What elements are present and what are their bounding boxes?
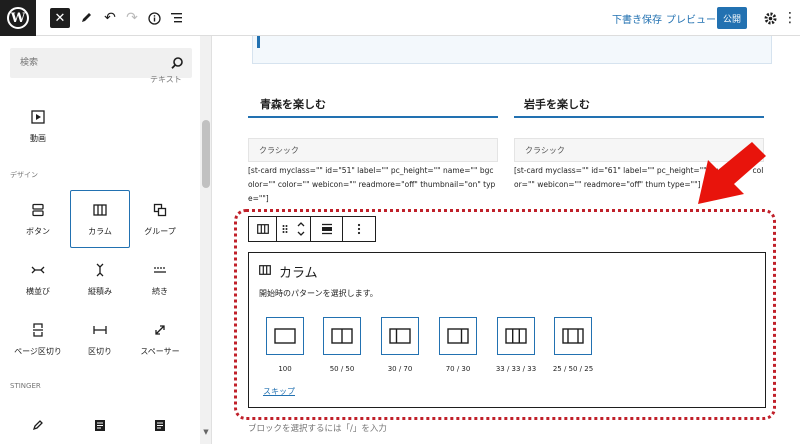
preview-button[interactable]: プレビュー [666,11,716,26]
section-label-stinger: STINGER [10,382,41,390]
block-stinger-pen[interactable] [8,406,68,444]
block-toolbar [248,216,376,242]
variation-100[interactable]: 100 [265,317,305,373]
group-icon [151,201,169,219]
separator-icon [91,321,109,339]
scroll-down-arrow-icon[interactable]: ▼ [202,428,210,436]
columns-icon [91,201,109,219]
shortcode-text-aomori[interactable]: [st-card myclass="" id="51" label="" pc_… [248,164,498,206]
block-spacer[interactable]: スペーサー [130,311,190,369]
columns-icon [259,265,271,275]
video-icon [29,108,47,126]
wordpress-logo-icon[interactable]: W [0,0,36,36]
stack-icon [91,261,109,279]
block-inserter-panel: テキスト 動画 デザイン ボタン カラム グループ 横並び [0,36,212,444]
edit-pencil-icon[interactable] [76,8,96,28]
variation-70-30[interactable]: 70 / 30 [438,317,478,373]
block-appender-hint[interactable]: ブロックを選択するには「/」を入力 [248,422,387,434]
block-columns[interactable]: カラム [70,190,130,248]
skip-link[interactable]: スキップ [263,386,295,397]
block-stack[interactable]: 縦積み [70,251,130,309]
columns-placeholder-instructions: 開始時のパターンを選択します。 [259,289,378,298]
settings-gear-icon[interactable] [760,8,780,28]
block-page-break[interactable]: ページ区切り [8,311,68,369]
publish-button[interactable]: 公開 [717,7,747,29]
undo-icon[interactable]: ↶ [100,8,120,28]
close-inserter-icon[interactable]: ✕ [50,8,70,28]
editor-top-toolbar: W ✕ ↶ ↷ 下書き保存 プレビュー 公開 ⋮ [0,0,800,36]
editor-canvas: 青森を楽しむ クラシック [st-card myclass="" id="51"… [212,36,800,444]
more-icon [151,261,169,279]
buttons-icon [29,201,47,219]
previous-block[interactable] [252,36,772,64]
list-view-icon[interactable] [166,8,186,28]
pen-icon [29,416,47,434]
section-label-design: デザイン [10,171,38,179]
block-row[interactable]: 横並び [8,251,68,309]
spacer-icon [151,321,169,339]
save-draft-button[interactable]: 下書き保存 [612,11,662,26]
variation-30-70[interactable]: 30 / 70 [380,317,420,373]
document-icon [151,416,169,434]
block-stinger-doc[interactable] [70,406,130,444]
block-group[interactable]: グループ [130,191,190,249]
inserter-scrollbar-track[interactable] [200,36,211,444]
align-icon[interactable] [311,217,343,241]
redo-icon[interactable]: ↷ [122,8,142,28]
move-up-down-icon[interactable] [297,221,305,237]
variation-33-33-33[interactable]: 33 / 33 / 33 [496,317,536,373]
heading-underline [248,116,498,118]
block-options-icon[interactable] [343,217,375,241]
block-stinger-doc-2[interactable] [130,406,190,444]
variation-25-50-25[interactable]: 25 / 50 / 25 [553,317,593,373]
cut-off-block-label: テキスト [150,75,182,84]
drag-handle-icon[interactable] [282,224,288,234]
block-search-input[interactable] [10,48,160,78]
row-icon [29,261,47,279]
block-buttons[interactable]: ボタン [8,191,68,249]
inserter-scrollbar-thumb[interactable] [202,120,210,188]
classic-block-aomori[interactable]: クラシック [248,138,498,162]
annotation-arrow-icon [698,142,766,204]
drag-move-controls [277,217,311,241]
info-icon[interactable] [144,8,164,28]
document-icon [91,416,109,434]
more-options-icon[interactable]: ⋮ [780,8,800,28]
columns-placeholder-title: カラム [279,266,318,281]
block-video[interactable]: 動画 [8,98,68,156]
block-separator[interactable]: 区切り [70,311,130,369]
variation-50-50[interactable]: 50 / 50 [322,317,362,373]
columns-block-placeholder: カラム 開始時のパターンを選択します。 100 50 / 50 30 / 70 … [248,252,766,408]
search-icon [171,57,183,69]
heading-underline [514,116,764,118]
block-type-columns-icon[interactable] [249,217,277,241]
column-heading-iwate[interactable]: 岩手を楽しむ [524,96,590,112]
block-more[interactable]: 続き [130,251,190,309]
column-heading-aomori[interactable]: 青森を楽しむ [260,96,326,112]
page-break-icon [29,321,47,339]
